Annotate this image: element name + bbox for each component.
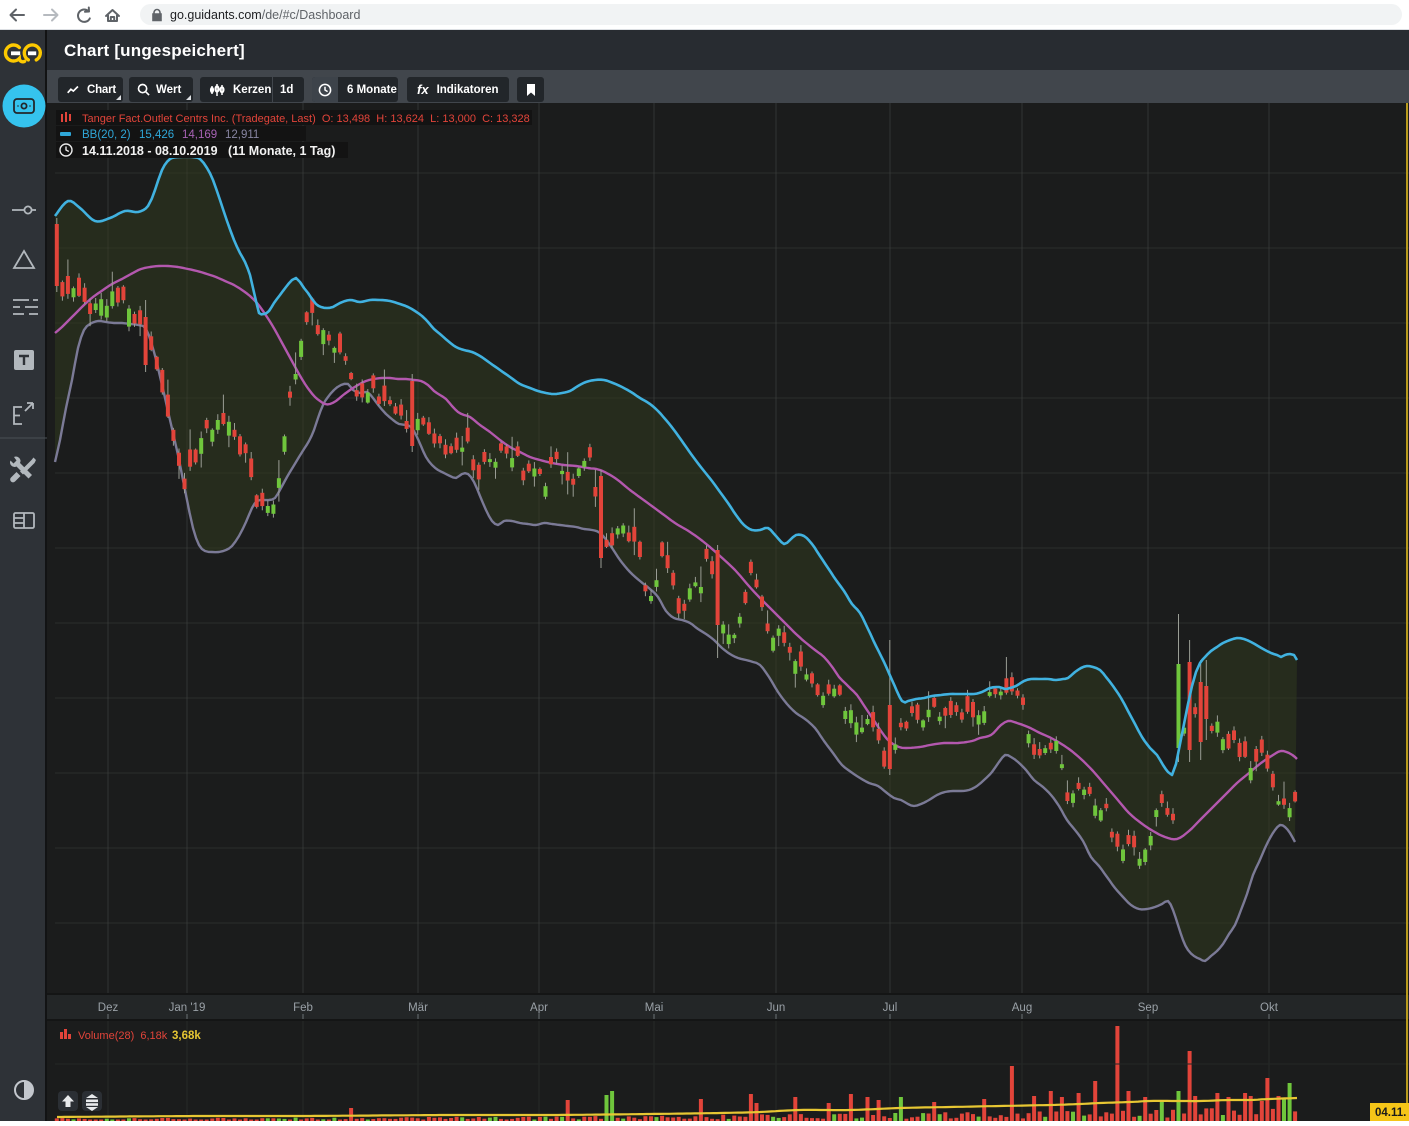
svg-text:Okt: Okt [1260, 1002, 1279, 1014]
svg-text:Sep: Sep [1138, 1002, 1158, 1014]
svg-text:14.11.2018 - 08.10.2019 (11: 14.11.2018 - 08.10.2019 (11 Monate, 1 Ta… [82, 144, 335, 158]
svg-text:Mai: Mai [645, 1002, 664, 1014]
svg-text:Jul: Jul [883, 1002, 898, 1014]
svg-text:Jun: Jun [767, 1002, 786, 1014]
svg-text:Aug: Aug [1012, 1002, 1032, 1014]
svg-text:12,911: 12,911 [225, 129, 259, 141]
svg-text:Dez: Dez [98, 1002, 119, 1014]
svg-text:Feb: Feb [293, 1002, 313, 1014]
svg-text:Volume(28) 6,18k: Volume(28) 6,18k [78, 1030, 168, 1042]
svg-text:Tanger Fact.Outlet Centrs Inc.: Tanger Fact.Outlet Centrs Inc. (Tradegat… [82, 113, 530, 125]
svg-text:15,426: 15,426 [139, 129, 174, 141]
svg-text:14,169: 14,169 [182, 129, 217, 141]
svg-text:04.11.: 04.11. [1375, 1107, 1406, 1119]
svg-text:BB(20, 2): BB(20, 2) [82, 129, 131, 141]
svg-text:Mär: Mär [408, 1002, 428, 1014]
svg-text:3,68k: 3,68k [172, 1030, 201, 1042]
svg-text:Jan '19: Jan '19 [169, 1002, 206, 1014]
svg-text:Apr: Apr [530, 1002, 548, 1014]
